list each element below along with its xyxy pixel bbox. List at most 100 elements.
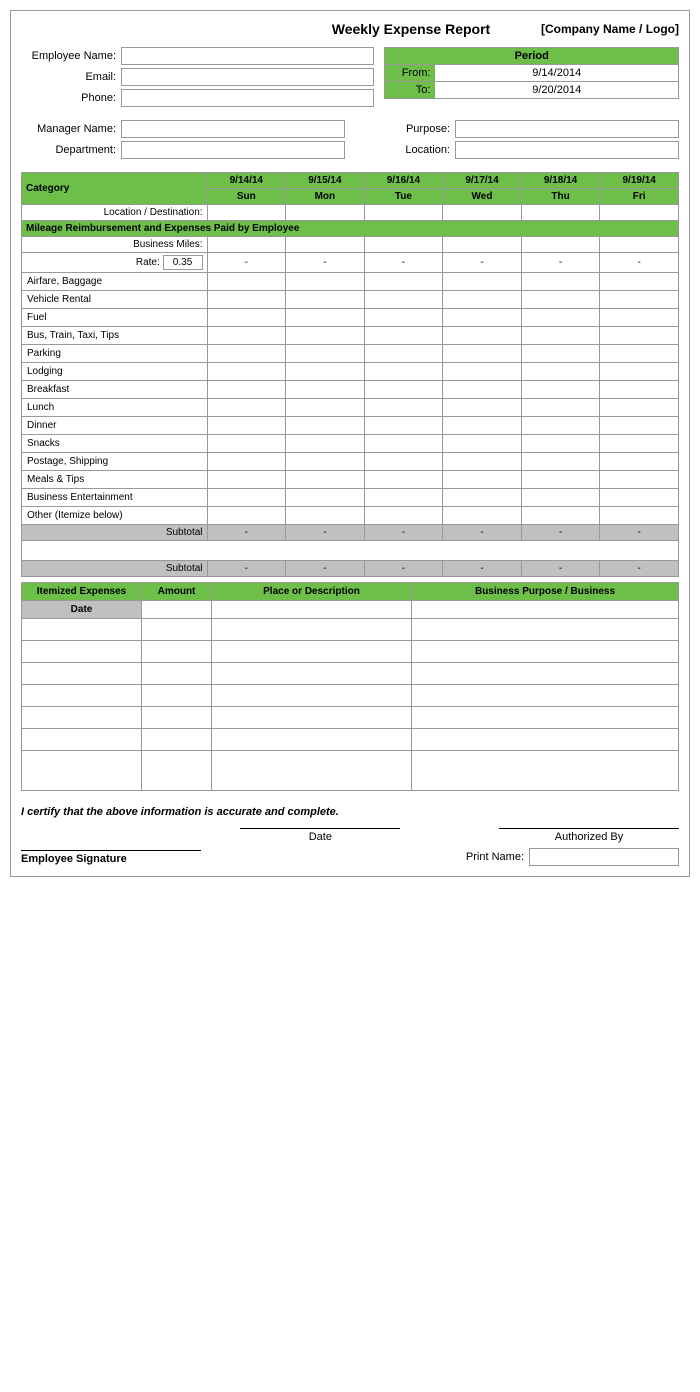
item-4-date[interactable]: [22, 685, 142, 707]
loc-wed[interactable]: [443, 205, 522, 221]
cat-0-sun[interactable]: [207, 273, 286, 291]
department-input[interactable]: [121, 141, 345, 159]
cat-7-wed[interactable]: [443, 399, 522, 417]
cat-5-sun[interactable]: [207, 363, 286, 381]
cat-5-wed[interactable]: [443, 363, 522, 381]
item-1-place[interactable]: [212, 619, 412, 641]
cat-1-sun[interactable]: [207, 291, 286, 309]
cat-8-thu[interactable]: [521, 417, 600, 435]
cat-0-tue[interactable]: [364, 273, 443, 291]
cat-7-sun[interactable]: [207, 399, 286, 417]
item-6-amount[interactable]: [142, 729, 212, 751]
cat-3-thu[interactable]: [521, 327, 600, 345]
loc-mon[interactable]: [286, 205, 365, 221]
cat-1-thu[interactable]: [521, 291, 600, 309]
cat-13-sun[interactable]: [207, 507, 286, 525]
cat-5-fri[interactable]: [600, 363, 679, 381]
cat-6-thu[interactable]: [521, 381, 600, 399]
item-7-amount[interactable]: [142, 751, 212, 791]
cat-7-thu[interactable]: [521, 399, 600, 417]
cat-13-fri[interactable]: [600, 507, 679, 525]
loc-fri[interactable]: [600, 205, 679, 221]
item-5-amount[interactable]: [142, 707, 212, 729]
cat-6-mon[interactable]: [286, 381, 365, 399]
cat-4-fri[interactable]: [600, 345, 679, 363]
item-5-place[interactable]: [212, 707, 412, 729]
item-2-purpose[interactable]: [412, 641, 679, 663]
cat-4-mon[interactable]: [286, 345, 365, 363]
cat-8-mon[interactable]: [286, 417, 365, 435]
item-3-purpose[interactable]: [412, 663, 679, 685]
miles-fri[interactable]: [600, 237, 679, 253]
item-4-amount[interactable]: [142, 685, 212, 707]
cat-11-tue[interactable]: [364, 471, 443, 489]
cat-9-sun[interactable]: [207, 435, 286, 453]
item-2-place[interactable]: [212, 641, 412, 663]
cat-12-sun[interactable]: [207, 489, 286, 507]
cat-5-tue[interactable]: [364, 363, 443, 381]
item-1-amount[interactable]: [142, 619, 212, 641]
employee-name-input[interactable]: [121, 47, 374, 65]
cat-7-fri[interactable]: [600, 399, 679, 417]
item-3-amount[interactable]: [142, 663, 212, 685]
cat-0-fri[interactable]: [600, 273, 679, 291]
cat-8-sun[interactable]: [207, 417, 286, 435]
item-4-place[interactable]: [212, 685, 412, 707]
miles-thu[interactable]: [521, 237, 600, 253]
cat-10-tue[interactable]: [364, 453, 443, 471]
cat-11-sun[interactable]: [207, 471, 286, 489]
item-5-date[interactable]: [22, 707, 142, 729]
cat-4-tue[interactable]: [364, 345, 443, 363]
cat-11-mon[interactable]: [286, 471, 365, 489]
cat-0-thu[interactable]: [521, 273, 600, 291]
item-6-place[interactable]: [212, 729, 412, 751]
cat-13-thu[interactable]: [521, 507, 600, 525]
phone-input[interactable]: [121, 89, 374, 107]
cat-6-fri[interactable]: [600, 381, 679, 399]
cat-2-wed[interactable]: [443, 309, 522, 327]
cat-10-mon[interactable]: [286, 453, 365, 471]
cat-3-wed[interactable]: [443, 327, 522, 345]
email-input[interactable]: [121, 68, 374, 86]
item-6-date[interactable]: [22, 729, 142, 751]
cat-12-thu[interactable]: [521, 489, 600, 507]
item-7-date[interactable]: [22, 751, 142, 791]
cat-4-thu[interactable]: [521, 345, 600, 363]
item-7-purpose[interactable]: [412, 751, 679, 791]
cat-0-wed[interactable]: [443, 273, 522, 291]
cat-4-sun[interactable]: [207, 345, 286, 363]
cat-10-fri[interactable]: [600, 453, 679, 471]
cat-2-thu[interactable]: [521, 309, 600, 327]
item-5-purpose[interactable]: [412, 707, 679, 729]
cat-12-tue[interactable]: [364, 489, 443, 507]
item-3-date[interactable]: [22, 663, 142, 685]
location-input[interactable]: [455, 141, 679, 159]
cat-11-thu[interactable]: [521, 471, 600, 489]
cat-3-tue[interactable]: [364, 327, 443, 345]
cat-12-fri[interactable]: [600, 489, 679, 507]
cat-2-tue[interactable]: [364, 309, 443, 327]
cat-8-wed[interactable]: [443, 417, 522, 435]
rate-value[interactable]: 0.35: [163, 255, 203, 270]
cat-5-thu[interactable]: [521, 363, 600, 381]
miles-wed[interactable]: [443, 237, 522, 253]
cat-1-wed[interactable]: [443, 291, 522, 309]
item-3-place[interactable]: [212, 663, 412, 685]
cat-13-tue[interactable]: [364, 507, 443, 525]
item-2-date[interactable]: [22, 641, 142, 663]
cat-8-fri[interactable]: [600, 417, 679, 435]
cat-9-fri[interactable]: [600, 435, 679, 453]
cat-4-wed[interactable]: [443, 345, 522, 363]
cat-3-sun[interactable]: [207, 327, 286, 345]
cat-7-tue[interactable]: [364, 399, 443, 417]
cat-11-fri[interactable]: [600, 471, 679, 489]
cat-9-wed[interactable]: [443, 435, 522, 453]
cat-2-sun[interactable]: [207, 309, 286, 327]
cat-8-tue[interactable]: [364, 417, 443, 435]
item-4-purpose[interactable]: [412, 685, 679, 707]
cat-0-mon[interactable]: [286, 273, 365, 291]
cat-1-fri[interactable]: [600, 291, 679, 309]
miles-tue[interactable]: [364, 237, 443, 253]
item-7-place[interactable]: [212, 751, 412, 791]
cat-2-mon[interactable]: [286, 309, 365, 327]
